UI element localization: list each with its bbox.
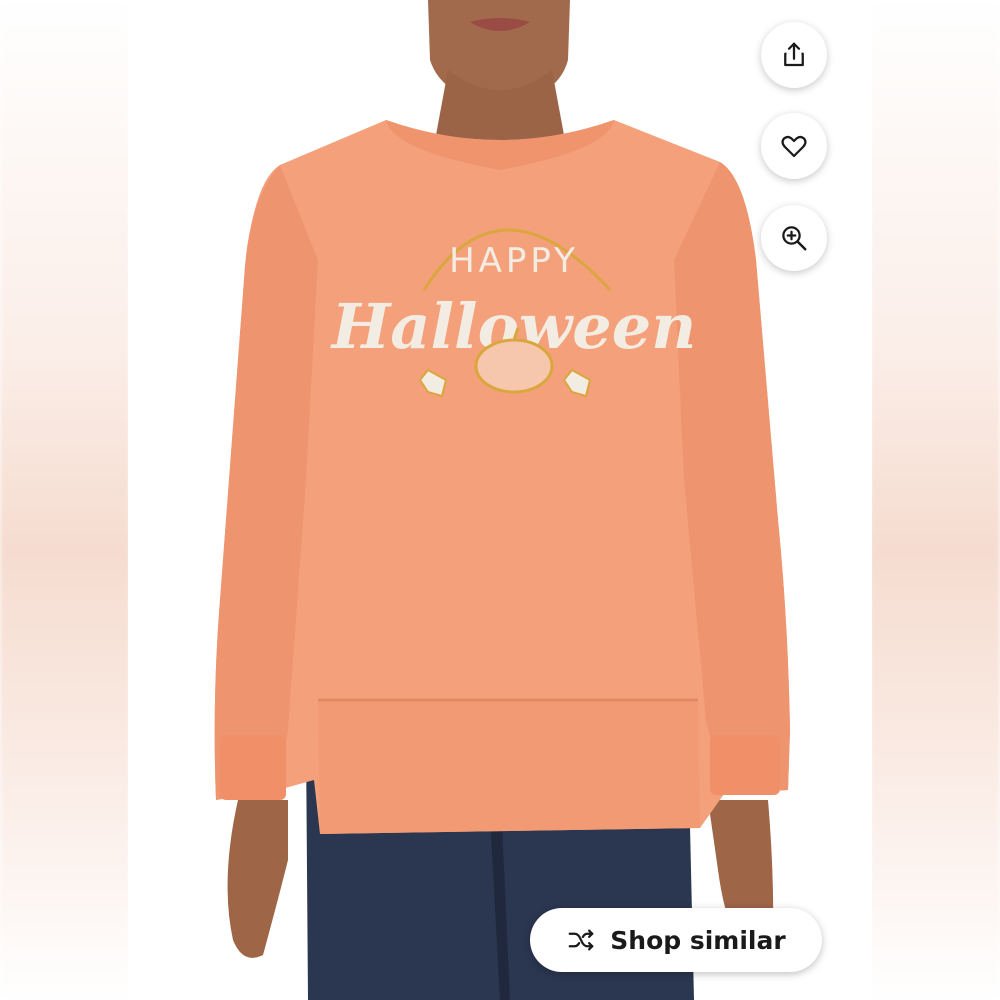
model-left-hand [227, 800, 288, 958]
zoom-in-icon [782, 226, 807, 251]
left-cuff [220, 735, 286, 800]
zoom-button[interactable] [761, 205, 827, 271]
shuffle-icon [568, 929, 594, 951]
share-icon [784, 42, 804, 67]
share-button[interactable] [761, 22, 827, 88]
heart-icon [781, 135, 807, 158]
right-cuff [710, 735, 780, 795]
graphic-happy: HAPPY [449, 241, 579, 281]
shop-similar-label: Shop similar [610, 925, 786, 955]
favorite-button[interactable] [761, 113, 827, 179]
graphic-pumpkin [474, 338, 554, 394]
background-blur-right [870, 0, 1000, 1000]
background-blur-left [0, 0, 130, 1000]
sweatshirt-hem [318, 700, 700, 834]
shop-similar-button[interactable]: Shop similar [530, 908, 822, 972]
